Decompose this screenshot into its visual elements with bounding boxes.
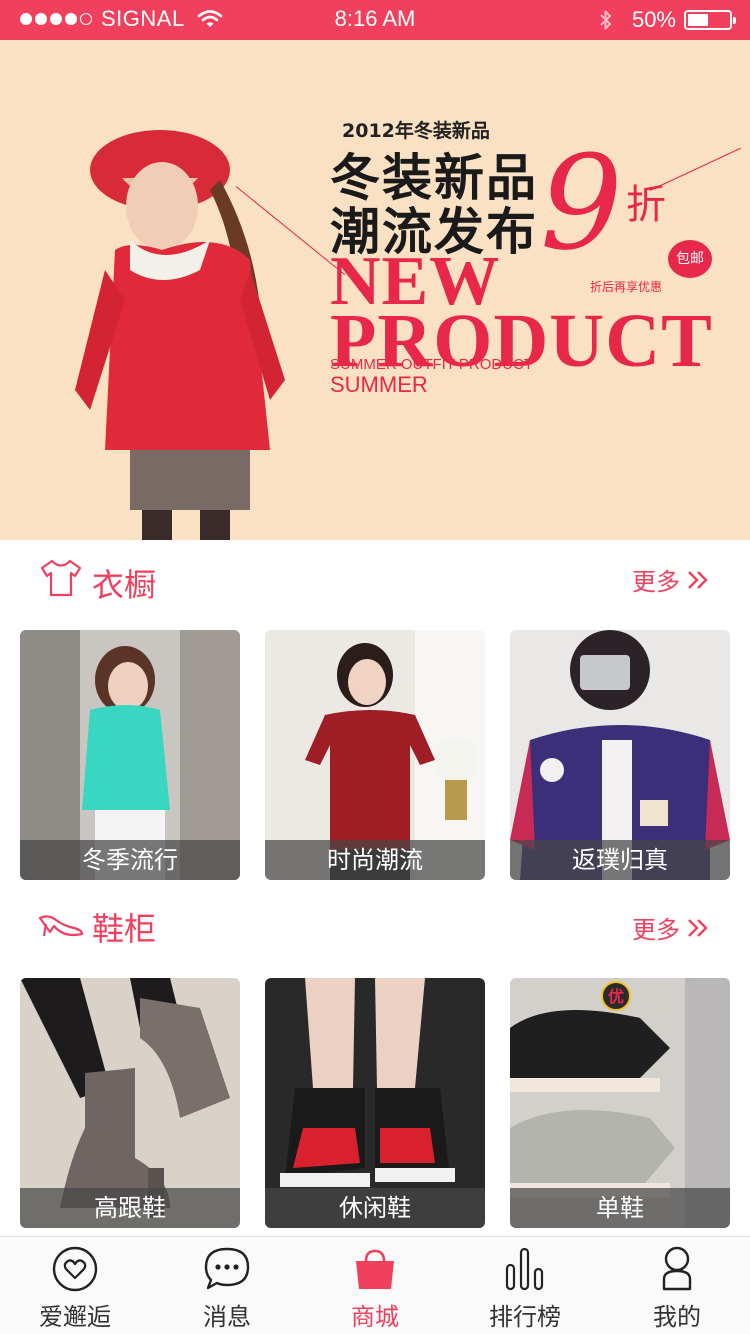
- section-title: 鞋柜: [92, 910, 157, 948]
- shopping-bag-icon: [356, 1249, 394, 1289]
- tab-label: 排行榜: [489, 1303, 561, 1331]
- wardrobe-more-link[interactable]: 更多: [632, 562, 710, 597]
- product-card-winter[interactable]: 冬季流行: [20, 630, 240, 880]
- banner-after-discount: 折后再享优惠: [590, 280, 663, 294]
- bar-chart-icon: [505, 1247, 544, 1291]
- battery-percent: 50%: [631, 7, 676, 32]
- bluetooth-icon: [600, 10, 611, 30]
- battery-icon: [684, 10, 736, 30]
- product-card-flats[interactable]: 优 单鞋: [510, 978, 730, 1228]
- section-title: 衣橱: [92, 566, 157, 604]
- card-caption: 时尚潮流: [265, 840, 485, 880]
- chat-icon: [204, 1247, 250, 1290]
- bottom-tab-bar: 爱邂逅 消息 商城 排行榜 我的: [0, 1236, 750, 1334]
- tab-mall[interactable]: 商城: [300, 1237, 450, 1334]
- more-label: 更多: [632, 568, 680, 596]
- shoe-cabinet-header: 鞋柜 更多: [0, 884, 750, 964]
- banner-outfit-line: SUMMER OUTFIT PRODUCT: [330, 356, 534, 373]
- wardrobe-header: 衣橱 更多: [0, 540, 750, 620]
- tab-encounter[interactable]: 爱邂逅: [0, 1237, 150, 1334]
- tab-label: 爱邂逅: [39, 1303, 111, 1331]
- shoe-cabinet-more-link[interactable]: 更多: [632, 910, 710, 945]
- card-caption: 高跟鞋: [20, 1188, 240, 1228]
- banner-summer: SUMMER: [330, 372, 428, 397]
- tshirt-icon: [40, 559, 82, 597]
- free-shipping-badge: 包邮: [668, 240, 712, 278]
- card-caption: 休闲鞋: [265, 1188, 485, 1228]
- high-heel-icon: [38, 915, 84, 937]
- promo-banner[interactable]: 2012年冬装新品 冬装新品 潮流发布 9 折 包邮 折后再享优惠 NEW PR…: [0, 40, 750, 540]
- tab-label: 我的: [653, 1303, 701, 1331]
- model-photo: [75, 130, 285, 540]
- status-bar: SIGNAL 8:16 AM 50%: [0, 0, 750, 40]
- tab-messages[interactable]: 消息: [152, 1237, 302, 1334]
- card-caption: 返璞归真: [510, 840, 730, 880]
- promo-badge: 优: [607, 987, 624, 1006]
- more-label: 更多: [632, 916, 680, 944]
- tab-label: 消息: [203, 1303, 251, 1331]
- double-chevron-right-icon: [688, 570, 708, 589]
- heart-icon: [52, 1246, 98, 1292]
- product-card-high-heels[interactable]: 高跟鞋: [20, 978, 240, 1228]
- tab-ranking[interactable]: 排行榜: [450, 1237, 600, 1334]
- card-caption: 单鞋: [510, 1188, 730, 1228]
- tab-mine[interactable]: 我的: [602, 1237, 750, 1334]
- product-card-fashion[interactable]: 时尚潮流: [265, 630, 485, 880]
- tab-label: 商城: [351, 1303, 399, 1331]
- product-card-retro[interactable]: 返璞归真: [510, 630, 730, 880]
- banner-discount-number: 9: [540, 127, 623, 279]
- double-chevron-right-icon: [688, 918, 708, 937]
- person-icon: [662, 1246, 692, 1291]
- battery-group: 50%: [598, 6, 736, 34]
- card-caption: 冬季流行: [20, 840, 240, 880]
- product-card-casual-shoes[interactable]: 休闲鞋: [265, 978, 485, 1228]
- banner-discount-unit: 折: [626, 182, 666, 228]
